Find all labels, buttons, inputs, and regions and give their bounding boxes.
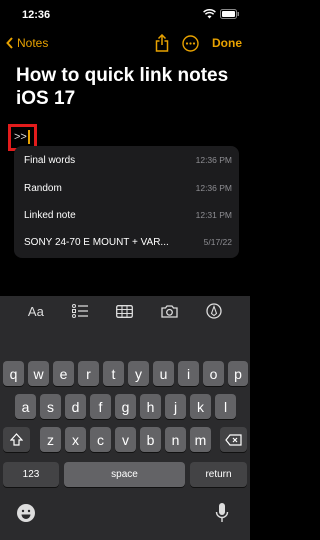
done-button[interactable]: Done: [212, 36, 242, 50]
shift-key[interactable]: [3, 427, 30, 452]
suggestion-item[interactable]: Linked note 12:31 PM: [24, 202, 232, 228]
suggestion-time: 12:36 PM: [195, 183, 232, 193]
format-button[interactable]: Aa: [28, 304, 44, 319]
suggestion-name: Linked note: [24, 209, 76, 221]
formatting-toolbar: Aa: [0, 296, 250, 326]
status-icons: [203, 9, 240, 19]
suggestion-time: 12:36 PM: [195, 155, 232, 165]
suggestion-name: SONY 24-70 E MOUNT + VAR...: [24, 236, 169, 248]
status-bar: 12:36: [0, 0, 250, 30]
microphone-icon[interactable]: [214, 502, 230, 524]
emoji-icon[interactable]: [16, 503, 36, 523]
key-m[interactable]: m: [190, 427, 211, 452]
delete-key[interactable]: [220, 427, 247, 452]
key-n[interactable]: n: [165, 427, 186, 452]
key-f[interactable]: f: [90, 394, 111, 419]
text-cursor: [28, 130, 30, 144]
list-icon[interactable]: [71, 304, 89, 318]
markup-icon[interactable]: [206, 303, 222, 319]
suggestion-item[interactable]: Final words 12:36 PM: [24, 147, 232, 173]
suggestion-time: 5/17/22: [203, 237, 232, 247]
key-s[interactable]: s: [40, 394, 61, 419]
suggestion-item[interactable]: SONY 24-70 E MOUNT + VAR... 5/17/22: [24, 229, 232, 255]
space-key[interactable]: space: [64, 462, 185, 487]
share-icon[interactable]: [155, 34, 169, 52]
key-k[interactable]: k: [190, 394, 211, 419]
suggestion-item[interactable]: Random 12:36 PM: [24, 175, 232, 201]
key-u[interactable]: u: [153, 361, 174, 386]
key-z[interactable]: z: [40, 427, 61, 452]
key-q[interactable]: q: [3, 361, 24, 386]
key-x[interactable]: x: [65, 427, 86, 452]
status-time: 12:36: [22, 9, 51, 21]
key-e[interactable]: e: [53, 361, 74, 386]
back-button[interactable]: Notes: [6, 36, 48, 50]
return-key[interactable]: return: [190, 462, 247, 487]
table-icon[interactable]: [116, 304, 134, 318]
key-d[interactable]: d: [65, 394, 86, 419]
key-h[interactable]: h: [140, 394, 161, 419]
key-b[interactable]: b: [140, 427, 161, 452]
key-c[interactable]: c: [90, 427, 111, 452]
key-l[interactable]: l: [215, 394, 236, 419]
key-w[interactable]: w: [28, 361, 49, 386]
camera-icon[interactable]: [161, 304, 178, 318]
suggestion-name: Random: [24, 182, 62, 194]
key-i[interactable]: i: [178, 361, 199, 386]
battery-icon: [220, 9, 239, 19]
suggestion-time: 12:31 PM: [195, 210, 232, 220]
chevron-left-icon: [6, 37, 13, 49]
typed-link-trigger[interactable]: >>: [14, 131, 27, 143]
key-t[interactable]: t: [103, 361, 124, 386]
key-a[interactable]: a: [15, 394, 36, 419]
key-v[interactable]: v: [115, 427, 136, 452]
delete-icon: [225, 433, 242, 446]
note-title[interactable]: How to quick link notes iOS 17: [16, 64, 241, 110]
key-y[interactable]: y: [128, 361, 149, 386]
back-label: Notes: [17, 36, 49, 50]
shift-icon: [10, 433, 23, 446]
suggestion-name: Final words: [24, 154, 76, 166]
numbers-key[interactable]: 123: [3, 462, 59, 487]
key-r[interactable]: r: [78, 361, 99, 386]
key-p[interactable]: p: [228, 361, 248, 386]
key-o[interactable]: o: [203, 361, 224, 386]
key-g[interactable]: g: [115, 394, 136, 419]
nav-bar: Notes Done: [0, 32, 250, 58]
more-icon[interactable]: [182, 34, 199, 52]
key-j[interactable]: j: [165, 394, 186, 419]
wifi-icon: [203, 9, 216, 19]
